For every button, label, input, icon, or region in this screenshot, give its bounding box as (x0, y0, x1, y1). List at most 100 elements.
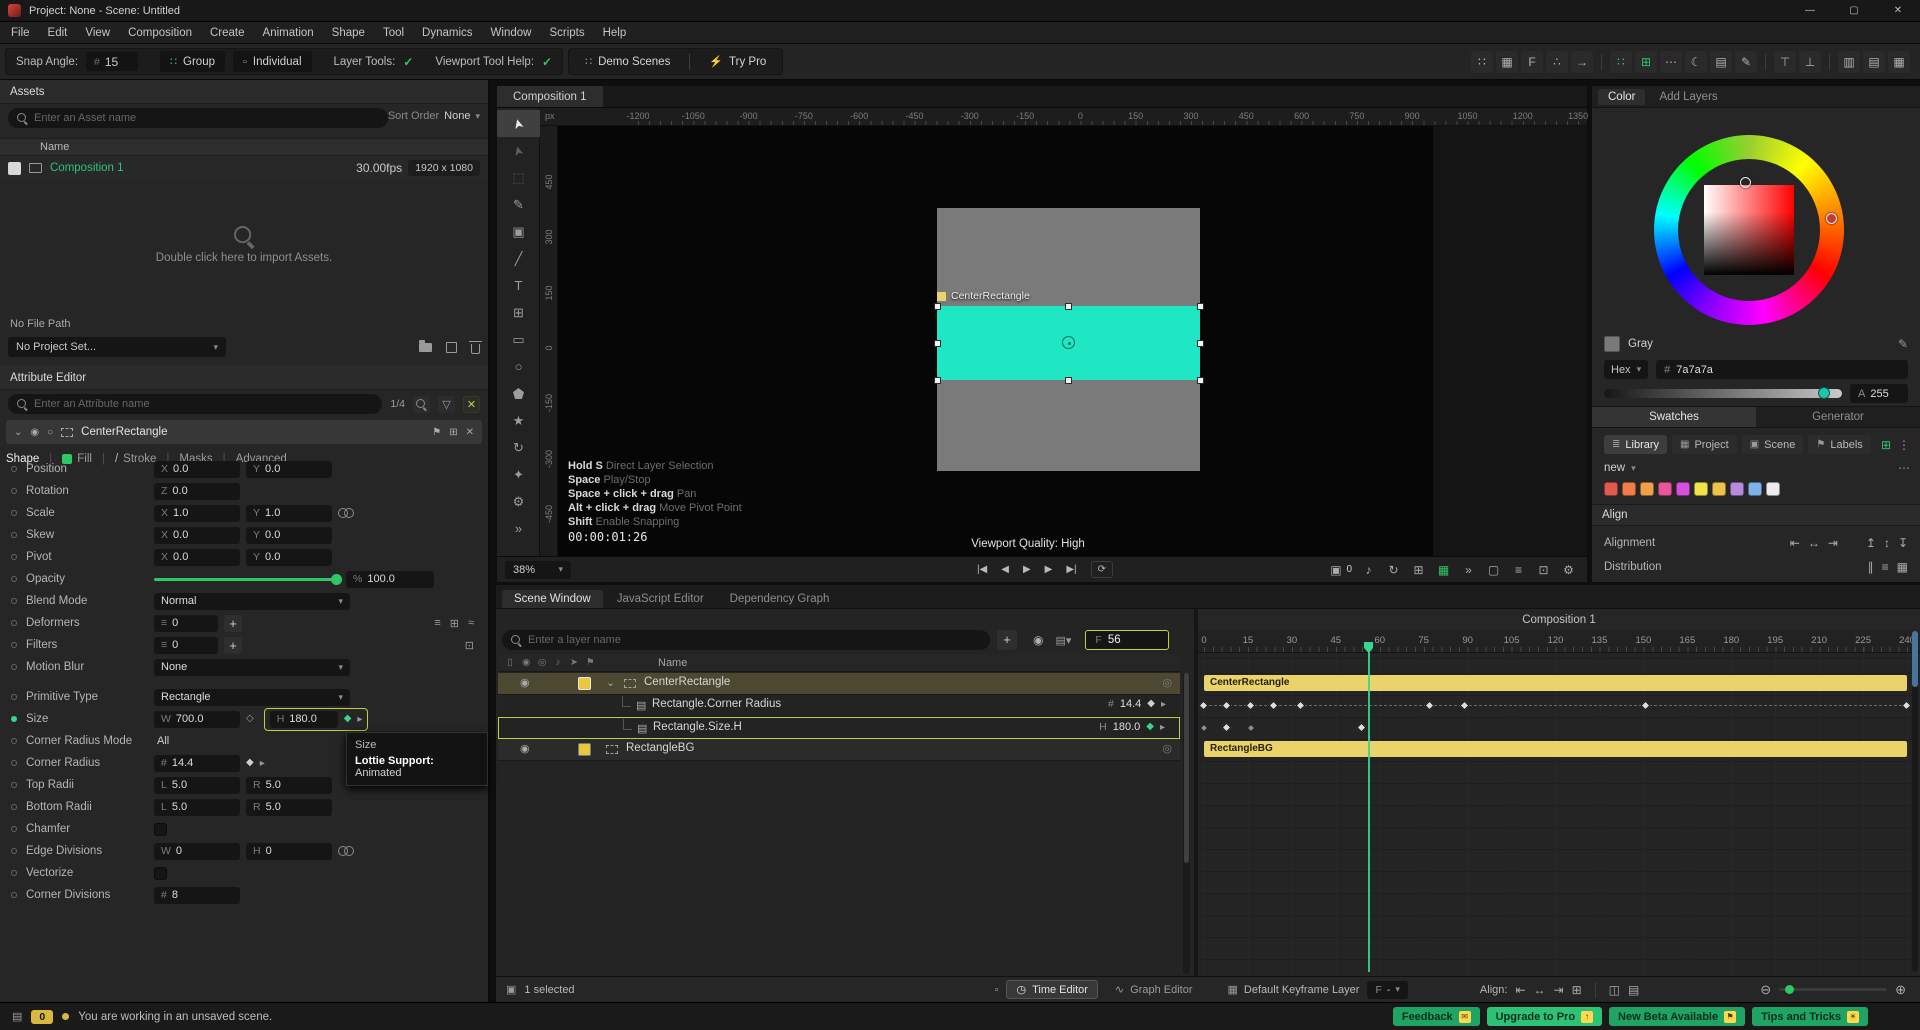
keyframe-layer-dropdown[interactable]: ▦Default Keyframe Layer (1228, 983, 1360, 996)
num-field[interactable]: W700.0 (154, 711, 240, 728)
previous-frame-button[interactable]: ◀ (995, 562, 1015, 577)
link-icon[interactable] (338, 508, 353, 518)
scrollbar-thumb[interactable] (1184, 673, 1189, 863)
pivot-indicator[interactable] (1062, 336, 1075, 349)
rows-icon[interactable]: ▤ (1863, 51, 1885, 73)
visibility-column-icon[interactable]: ◉ (522, 657, 530, 668)
num-field[interactable]: X1.0 (154, 505, 240, 522)
group-toggle[interactable]: ∷Group (160, 51, 225, 72)
num-field[interactable]: H0 (246, 843, 332, 860)
more-icon[interactable]: ⋮ (1898, 438, 1910, 452)
frame-tool[interactable]: ⊞ (497, 299, 540, 326)
project-dropdown[interactable]: No Project Set...▾ (8, 337, 226, 357)
frame-f-icon[interactable]: F (1521, 51, 1543, 73)
asset-color-swatch[interactable] (8, 162, 21, 175)
playhead[interactable] (1368, 642, 1370, 972)
keyframe-toggle[interactable] (11, 620, 17, 626)
tips-button[interactable]: Tips and Tricks☀ (1752, 1007, 1868, 1026)
grid-view-icon[interactable]: ⊞ (1881, 438, 1891, 452)
audio-column-icon[interactable]: ♪ (554, 657, 562, 668)
list-icon[interactable]: ≡ (434, 617, 440, 630)
align-center-icon[interactable]: ↔ (1534, 983, 1546, 997)
overflow-icon[interactable]: » (1458, 563, 1479, 577)
keyframe-toggle[interactable] (11, 760, 17, 766)
selection-handle[interactable] (1197, 340, 1204, 347)
visibility-icon[interactable]: ◉ (520, 676, 530, 689)
play-button[interactable]: ▶ (1017, 562, 1037, 577)
timeline-bar-centerrectangle[interactable]: CenterRectangle (1204, 675, 1907, 691)
selection-handle[interactable] (1065, 303, 1072, 310)
tab-composition-1[interactable]: Composition 1 (497, 86, 603, 107)
snap-grid-icon[interactable]: ⊞ (1408, 563, 1429, 577)
settings-tool[interactable]: ⚙ (497, 488, 540, 515)
filter-icon[interactable]: ▽ (438, 396, 455, 413)
pen-tool[interactable]: ✎ (497, 191, 540, 218)
direct-select-tool[interactable]: ➤ (497, 137, 540, 164)
align-middle-v-icon[interactable]: ↕ (1884, 536, 1890, 550)
try-pro-button[interactable]: ⚡Try Pro (703, 55, 772, 68)
distribute-grid-icon[interactable]: ▦ (1897, 560, 1908, 574)
minimize-button[interactable]: — (1788, 0, 1832, 21)
palette-swatch-3[interactable] (1658, 482, 1672, 496)
grid-green-icon[interactable]: ∷ (1610, 51, 1632, 73)
next-frame-button[interactable]: ▶ (1039, 562, 1059, 577)
color-mode-dropdown[interactable]: Hex▾ (1604, 360, 1648, 379)
keyframe-toggle[interactable] (11, 576, 17, 582)
next-keyframe-arrow[interactable]: ▸ (1160, 722, 1165, 733)
align-right-icon[interactable]: ⇥ (1828, 536, 1838, 550)
alpha-slider[interactable] (1604, 389, 1842, 398)
align-grid-icon[interactable]: ⊞ (1572, 983, 1582, 997)
tab-javascript-editor[interactable]: JavaScript Editor (605, 590, 716, 608)
checkbox-icon[interactable]: ▫ (995, 984, 999, 996)
tab-swatches[interactable]: Swatches (1592, 407, 1756, 427)
palette-name[interactable]: new (1604, 462, 1625, 474)
next-keyframe-arrow[interactable]: ▸ (1161, 699, 1166, 710)
zoom-in-icon[interactable]: ⊕ (1895, 982, 1906, 998)
keyframe-diamond[interactable]: ◆ (1147, 699, 1155, 709)
layer-row-rectanglebg[interactable]: ◉RectangleBG◎ (498, 739, 1180, 761)
library-button[interactable]: ≣Library (1604, 435, 1667, 454)
layer-search-input[interactable] (528, 634, 981, 646)
align-top-icon[interactable]: ↥ (1866, 536, 1876, 550)
refresh-icon[interactable]: ↻ (1383, 563, 1404, 577)
palette-swatch-9[interactable] (1766, 482, 1780, 496)
pin-icon[interactable]: ⚑ (432, 427, 441, 438)
flag-column-icon[interactable]: ⚑ (586, 657, 594, 668)
viewport-settings-icon[interactable]: ⚙ (1558, 563, 1579, 577)
visibility-icon[interactable]: ◉ (30, 427, 39, 438)
timeline-area[interactable]: Composition 1 01530456075901051201351501… (1198, 585, 1920, 976)
count-field[interactable]: ≡0 (154, 637, 218, 654)
selection-handle[interactable] (934, 340, 941, 347)
more-options-icon[interactable]: ⋯ (1898, 461, 1910, 475)
dropdown[interactable]: Normal▾ (154, 593, 350, 610)
palette-swatch-5[interactable] (1694, 482, 1708, 496)
current-frame-field[interactable]: F56 (1085, 630, 1169, 650)
tab-generator[interactable]: Generator (1756, 407, 1920, 427)
ellipsis-icon[interactable]: ⋯ (1660, 51, 1682, 73)
num-field[interactable]: Y0.0 (246, 461, 332, 478)
tab-scene-window[interactable]: Scene Window (502, 590, 603, 608)
more-tools[interactable]: » (497, 515, 540, 542)
import-arrow-icon[interactable]: → (1571, 51, 1593, 73)
layer-row-rectangle-size-h[interactable]: ▤Rectangle.Size.HH180.0◆▸ (498, 717, 1180, 739)
keyframe-diamond[interactable]: ◇ (246, 714, 254, 724)
align-bottom-icon[interactable]: ⊥ (1799, 51, 1821, 73)
visibility-icon[interactable]: ◉ (520, 742, 530, 755)
audio-icon[interactable]: ♪ (1358, 563, 1379, 577)
selection-handle[interactable] (934, 303, 941, 310)
align-bottom-icon[interactable]: ↧ (1898, 536, 1908, 550)
menu-shape[interactable]: Shape (323, 27, 374, 39)
grid-dots-icon[interactable]: ∷ (1471, 51, 1493, 73)
demo-scenes-button[interactable]: ∷Demo Scenes (579, 55, 676, 68)
menu-file[interactable]: File (2, 27, 39, 39)
keyframe-toggle[interactable] (11, 848, 17, 854)
menu-window[interactable]: Window (482, 27, 541, 39)
tab-dependency-graph[interactable]: Dependency Graph (718, 590, 842, 608)
keyframe-toggle[interactable] (11, 870, 17, 876)
time-editor-button[interactable]: ◷Time Editor (1006, 980, 1097, 999)
checkbox[interactable] (154, 823, 167, 836)
keyframe-diamond[interactable]: ◆ (344, 714, 352, 724)
folder-icon[interactable] (419, 343, 432, 352)
saturation-value-square[interactable] (1704, 185, 1794, 275)
palette-swatch-8[interactable] (1748, 482, 1762, 496)
